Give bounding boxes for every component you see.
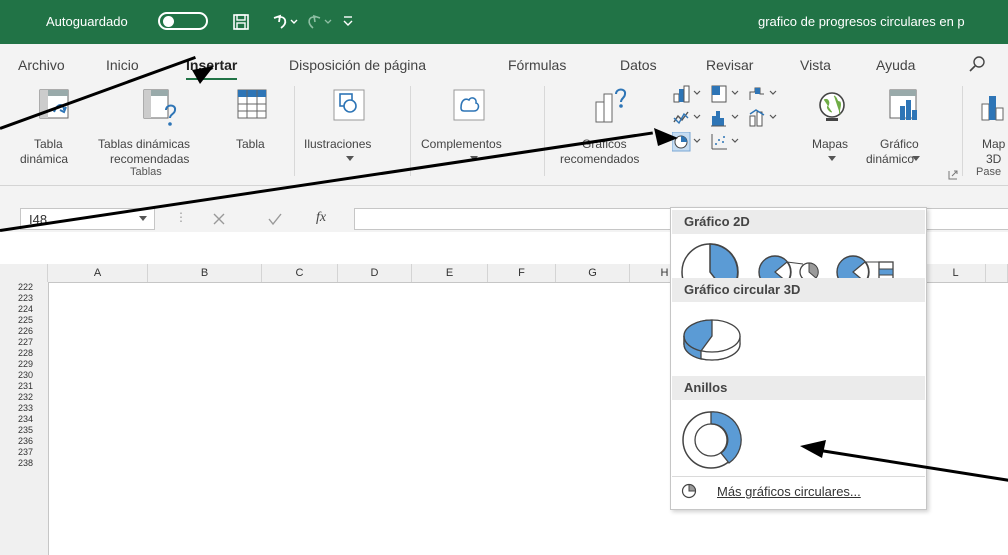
column-header[interactable]: F [488, 264, 556, 282]
row-headers: 222 223 224 225 226 227 228 229 230 231 … [0, 282, 49, 555]
column-header[interactable]: G [556, 264, 630, 282]
undo-icon[interactable] [270, 12, 298, 30]
chevron-down-icon [346, 156, 354, 161]
section-donut-header: Anillos [672, 376, 925, 400]
row-header[interactable]: 233 [18, 403, 33, 413]
column-chart-icon[interactable] [672, 84, 704, 104]
search-icon[interactable] [968, 54, 988, 74]
column-header[interactable]: B [148, 264, 262, 282]
row-header[interactable]: 228 [18, 348, 33, 358]
row-header[interactable]: 224 [18, 304, 33, 314]
recommended-charts-icon[interactable] [590, 86, 630, 128]
pivot-table-label-2: dinámica [20, 152, 69, 166]
row-header[interactable]: 229 [18, 359, 33, 369]
pivot-chart-label-1: Gráfico [880, 137, 919, 151]
column-header[interactable]: E [412, 264, 488, 282]
tab-archivo[interactable]: Archivo [18, 57, 65, 73]
cancel-icon[interactable] [213, 213, 225, 225]
pivot-table-label-1: Tabla [34, 137, 63, 151]
pie-chart-dropdown: Gráfico 2D Gráfico circular 3D Anillos M… [670, 207, 927, 510]
tab-disposicion[interactable]: Disposición de página [289, 57, 426, 73]
row-header[interactable]: 232 [18, 392, 33, 402]
column-header[interactable]: A [48, 264, 148, 282]
map-3d-icon[interactable] [978, 90, 1008, 124]
tab-formulas[interactable]: Fórmulas [508, 57, 566, 73]
recommended-pivot-label-1: Tablas dinámicas [98, 137, 191, 151]
maps-label: Mapas [812, 137, 849, 151]
row-header[interactable]: 223 [18, 293, 33, 303]
row-header[interactable]: 235 [18, 425, 33, 435]
chevron-down-icon [828, 156, 836, 161]
column-header[interactable]: D [338, 264, 412, 282]
arrowhead-icon [654, 128, 678, 146]
ribbon: Tabla dinámica Tablas dinámicas recomend… [0, 80, 1008, 186]
pie-3d-option[interactable] [681, 314, 743, 366]
chevron-down-icon [912, 156, 920, 161]
combo-chart-icon[interactable] [748, 108, 780, 128]
tab-datos[interactable]: Datos [620, 57, 657, 73]
customize-toolbar-icon[interactable] [342, 14, 354, 28]
row-header[interactable]: 226 [18, 326, 33, 336]
map-3d-label-2: 3D [986, 152, 1002, 166]
more-dots-icon: ⋮ [175, 210, 187, 224]
tab-ayuda[interactable]: Ayuda [876, 57, 915, 73]
hierarchy-chart-icon[interactable] [710, 84, 742, 104]
pivot-chart-label-2: dinámico [866, 152, 915, 166]
row-header[interactable]: 236 [18, 436, 33, 446]
donut-option[interactable] [679, 408, 743, 472]
table-label: Tabla [236, 137, 265, 151]
map-3d-label-1: Map [982, 137, 1006, 151]
section-3d-header: Gráfico circular 3D [672, 278, 925, 302]
illustrations-icon[interactable] [332, 88, 366, 122]
waterfall-chart-icon[interactable] [748, 84, 780, 104]
row-header[interactable]: 231 [18, 381, 33, 391]
enter-check-icon[interactable] [268, 212, 282, 226]
autosave-label: Autoguardado [46, 14, 128, 29]
tab-revisar[interactable]: Revisar [706, 57, 753, 73]
group-pase-label: Pase [976, 166, 1002, 178]
row-header[interactable]: 230 [18, 370, 33, 380]
document-title: grafico de progresos circulares en p [758, 14, 965, 29]
row-header[interactable]: 222 [18, 282, 33, 292]
row-header[interactable]: 238 [18, 458, 33, 468]
arrowhead-icon [192, 66, 214, 84]
dropdown-divider [672, 476, 925, 477]
addins-label: Complementos [421, 137, 502, 151]
group-tablas-label: Tablas [130, 166, 162, 178]
maps-icon[interactable] [816, 90, 850, 124]
column-header[interactable]: C [262, 264, 338, 282]
more-pie-charts-link[interactable]: Más gráficos circulares... [717, 484, 861, 499]
tab-vista[interactable]: Vista [800, 57, 831, 73]
table-icon[interactable] [236, 88, 270, 122]
row-header[interactable]: 227 [18, 337, 33, 347]
column-header-partial[interactable] [986, 264, 1008, 282]
save-icon[interactable] [232, 13, 250, 31]
select-all-corner[interactable] [0, 264, 48, 282]
recommended-pivot-icon[interactable] [142, 88, 178, 128]
redo-icon[interactable] [306, 12, 334, 30]
scatter-chart-icon[interactable] [710, 132, 742, 152]
tab-inicio[interactable]: Inicio [106, 57, 139, 73]
pivot-chart-icon[interactable] [888, 88, 922, 124]
recommended-charts-label-2: recomendados [560, 152, 640, 166]
dialog-launcher-icon[interactable] [948, 170, 958, 180]
title-bar: Autoguardado grafico de progresos circul… [0, 0, 1008, 44]
row-header[interactable]: 225 [18, 315, 33, 325]
section-2d-header: Gráfico 2D [672, 210, 925, 234]
chevron-down-icon[interactable] [139, 215, 149, 223]
autosave-toggle[interactable] [158, 12, 208, 30]
column-header[interactable]: L [926, 264, 986, 282]
illustrations-label: Ilustraciones [304, 137, 372, 151]
insert-function-icon[interactable]: fx [316, 210, 326, 226]
row-header[interactable]: 234 [18, 414, 33, 424]
pie-small-icon [681, 483, 697, 499]
recommended-pivot-label-2: recomendadas [110, 152, 190, 166]
addins-icon[interactable] [452, 88, 486, 122]
arrowhead-icon [800, 440, 826, 458]
statistic-chart-icon[interactable] [710, 108, 742, 128]
worksheet-grid[interactable] [48, 282, 670, 555]
row-header[interactable]: 237 [18, 447, 33, 457]
